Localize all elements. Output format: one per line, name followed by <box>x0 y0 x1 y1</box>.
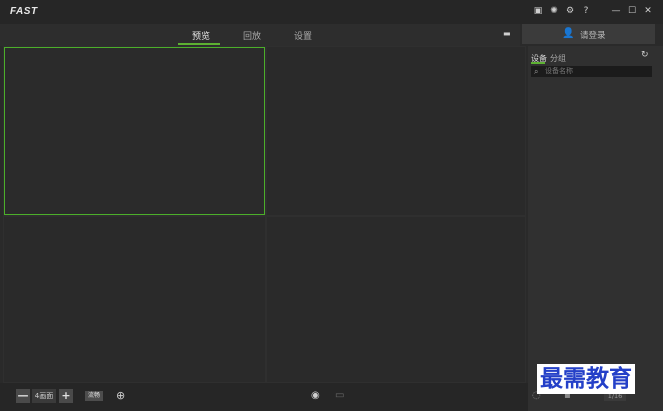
active-tab-indicator <box>178 43 220 45</box>
refresh-icon[interactable]: ↻ <box>641 50 651 60</box>
main-tab-bar: 预览 回放 设置 ▬ <box>0 24 520 46</box>
video-cell-2[interactable] <box>267 47 525 215</box>
window-controls: ▣ ✺ ⚙ ? — ☐ ✕ <box>533 5 653 17</box>
side-tab-indicator <box>531 62 545 64</box>
increase-screens-button[interactable]: + <box>59 389 73 403</box>
brightness-icon[interactable]: ✺ <box>549 5 559 17</box>
title-bar: FAST ▣ ✺ ⚙ ? — ☐ ✕ <box>0 0 663 24</box>
login-button[interactable]: 👤 请登录 <box>522 24 655 44</box>
record-icon[interactable]: ▭ <box>335 390 348 402</box>
save-icon[interactable]: ▣ <box>533 5 543 17</box>
login-label: 请登录 <box>580 31 606 41</box>
bottom-toolbar: — 4画面 + 流畅 ⊕ ◉ ▭ <box>0 383 528 411</box>
close-icon[interactable]: ✕ <box>643 5 653 17</box>
tab-playback[interactable]: 回放 <box>243 29 261 42</box>
device-panel: 设备 分组 ↻ ⌕ 设备名称 <box>528 46 663 411</box>
user-icon: 👤 <box>562 28 575 39</box>
zoom-icon[interactable]: ⊕ <box>116 389 129 402</box>
search-icon: ⌕ <box>534 67 539 76</box>
video-cell-3[interactable] <box>4 217 265 382</box>
help-icon[interactable]: ? <box>581 5 591 17</box>
search-input[interactable]: 设备名称 <box>545 67 573 76</box>
app-logo: FAST <box>10 6 38 17</box>
tab-preview[interactable]: 预览 <box>192 29 210 42</box>
decrease-screens-button[interactable]: — <box>16 389 30 403</box>
minimize-icon[interactable]: — <box>611 5 621 17</box>
stream-quality-button[interactable]: 流畅 <box>85 391 103 401</box>
video-grid <box>3 46 526 383</box>
video-cell-1[interactable] <box>4 47 265 215</box>
device-search[interactable]: ⌕ 设备名称 <box>531 66 652 77</box>
tab-settings[interactable]: 设置 <box>294 29 312 42</box>
tab-groups[interactable]: 分组 <box>550 53 566 64</box>
folder-icon[interactable]: ▬ <box>503 30 513 38</box>
settings-icon[interactable]: ⚙ <box>565 5 575 17</box>
maximize-icon[interactable]: ☐ <box>627 5 637 17</box>
snapshot-icon[interactable]: ◉ <box>311 390 323 402</box>
screen-count-label: 4画面 <box>32 389 56 403</box>
watermark-text: 最需教育 <box>537 364 635 394</box>
video-cell-4[interactable] <box>267 217 525 382</box>
